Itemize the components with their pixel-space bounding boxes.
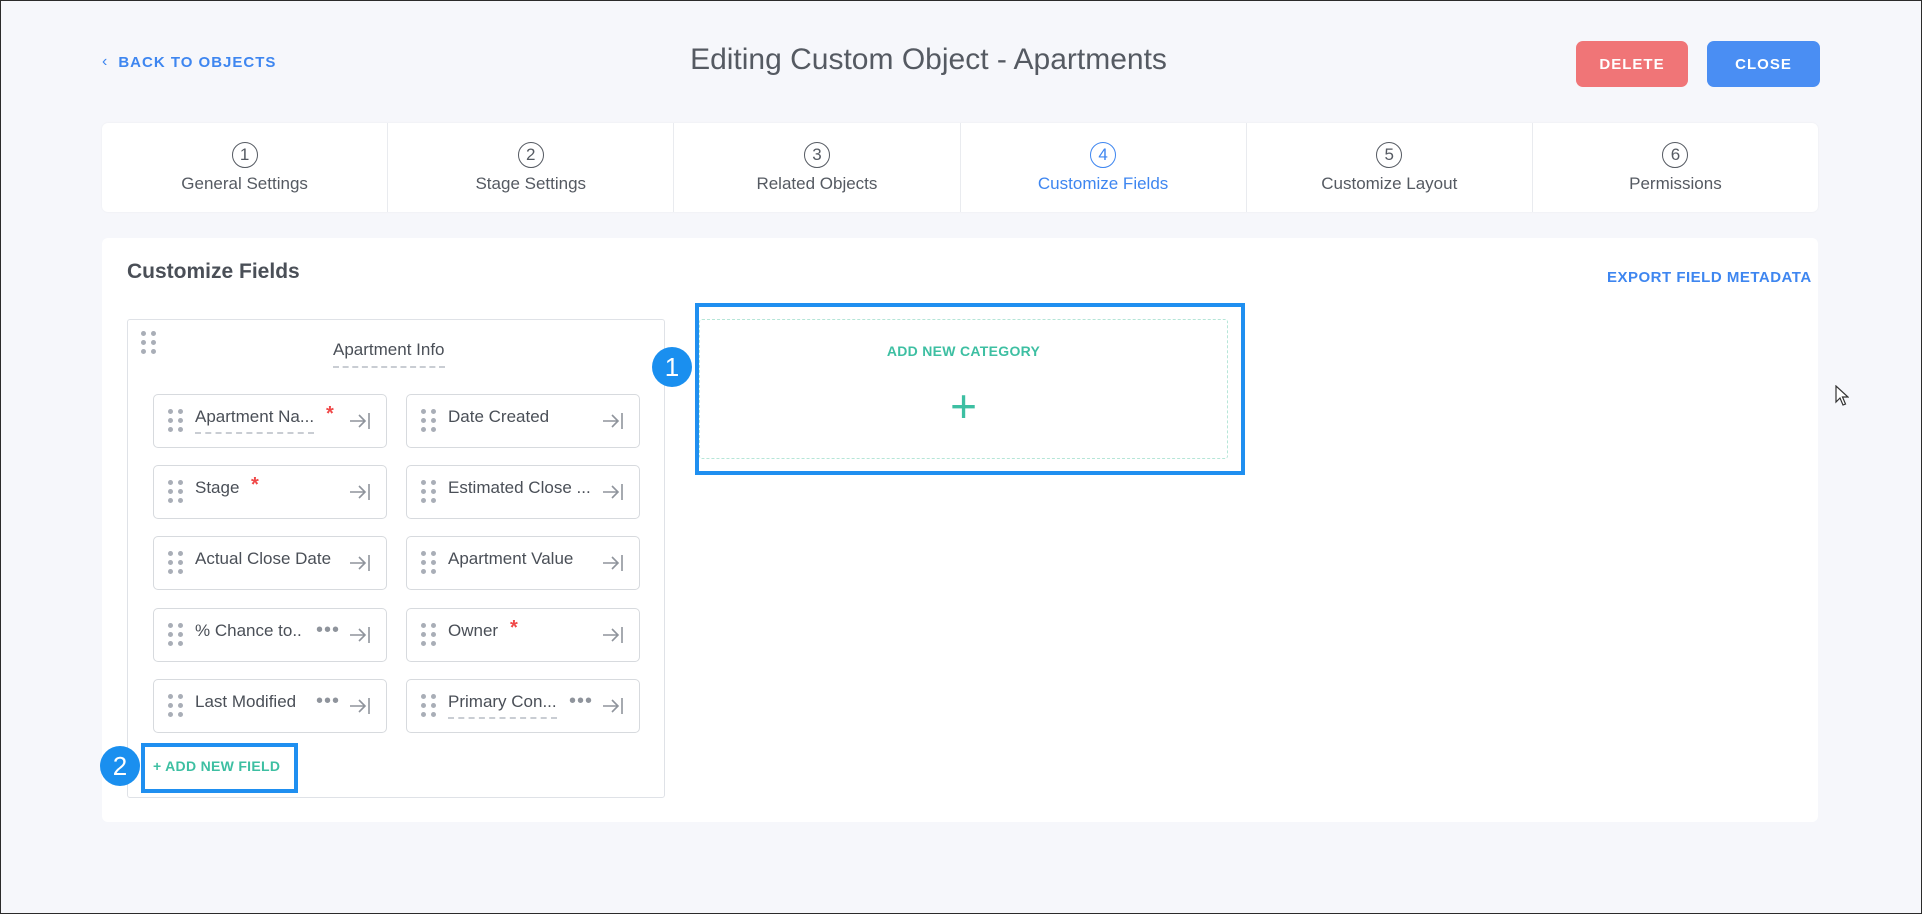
field-card[interactable]: Date Created <box>406 394 640 448</box>
export-field-metadata-link[interactable]: EXPORT FIELD METADATA <box>1607 269 1812 286</box>
step-badge-1: 1 <box>652 347 692 387</box>
field-name: Primary Con... <box>448 692 557 719</box>
step-related-objects[interactable]: 3 Related Objects <box>674 123 961 212</box>
step-number: 5 <box>1376 141 1403 168</box>
step-general-settings[interactable]: 1 General Settings <box>102 123 389 212</box>
step-number: 4 <box>1090 141 1117 168</box>
step-badge-2: 2 <box>100 746 140 786</box>
drag-handle-icon[interactable] <box>421 409 436 432</box>
step-number: 3 <box>803 141 830 168</box>
step-customize-fields[interactable]: 4 Customize Fields <box>961 123 1247 212</box>
required-asterisk-icon: * <box>326 403 334 425</box>
move-to-end-icon[interactable] <box>601 552 625 574</box>
step-number: 2 <box>517 141 544 168</box>
move-to-end-icon[interactable] <box>601 410 625 432</box>
move-to-end-icon[interactable] <box>348 695 372 717</box>
field-name: Actual Close Date <box>195 549 332 568</box>
step-permissions[interactable]: 6 Permissions <box>1533 123 1818 212</box>
step-label: Customize Layout <box>1321 173 1458 193</box>
field-name: Date Created <box>448 407 550 426</box>
step-label: Related Objects <box>756 173 878 193</box>
field-card[interactable]: Actual Close Date <box>153 536 387 590</box>
drag-handle-icon[interactable] <box>168 694 183 717</box>
close-button[interactable]: CLOSE <box>1707 41 1820 87</box>
field-card[interactable]: Estimated Close ... <box>406 465 640 519</box>
field-card[interactable]: Last Modified ••• <box>153 679 387 733</box>
move-to-end-icon[interactable] <box>601 695 625 717</box>
drag-handle-icon[interactable] <box>168 409 183 432</box>
step-label: General Settings <box>181 173 308 193</box>
field-card[interactable]: Primary Con... ••• <box>406 679 640 733</box>
new-category-highlight <box>695 303 1245 475</box>
step-label: Customize Fields <box>1037 173 1169 193</box>
field-name: Owner <box>448 621 499 640</box>
field-name: Apartment Na... <box>195 407 315 434</box>
drag-handle-icon[interactable] <box>168 551 183 574</box>
drag-handle-icon[interactable] <box>141 331 156 354</box>
step-number: 6 <box>1662 141 1689 168</box>
required-asterisk-icon: * <box>510 617 518 639</box>
field-name: Last Modified <box>195 692 297 711</box>
more-options-icon[interactable]: ••• <box>316 620 340 640</box>
required-asterisk-icon: * <box>251 474 259 496</box>
panel-title: Customize Fields <box>127 260 300 283</box>
mouse-cursor-icon <box>1835 385 1849 406</box>
more-options-icon[interactable]: ••• <box>569 691 593 711</box>
drag-handle-icon[interactable] <box>421 551 436 574</box>
move-to-end-icon[interactable] <box>348 552 372 574</box>
step-number: 1 <box>231 141 258 168</box>
move-to-end-icon[interactable] <box>601 481 625 503</box>
more-options-icon[interactable]: ••• <box>316 691 340 711</box>
field-name: Apartment Value <box>448 549 574 568</box>
field-card[interactable]: Apartment Value <box>406 536 640 590</box>
field-name: Estimated Close ... <box>448 478 591 497</box>
field-card[interactable]: Stage * <box>153 465 387 519</box>
wizard-steps: 1 General Settings 2 Stage Settings 3 Re… <box>102 123 1818 212</box>
category-title[interactable]: Apartment Info <box>333 340 445 368</box>
field-name: % Chance to.. <box>195 621 302 640</box>
delete-button[interactable]: DELETE <box>1576 41 1688 87</box>
step-customize-layout[interactable]: 5 Customize Layout <box>1247 123 1533 212</box>
move-to-end-icon[interactable] <box>601 624 625 646</box>
move-to-end-icon[interactable] <box>348 410 372 432</box>
add-field-highlight <box>141 743 298 793</box>
field-card[interactable]: % Chance to.. ••• <box>153 608 387 662</box>
step-label: Stage Settings <box>475 173 587 193</box>
step-label: Permissions <box>1629 173 1722 193</box>
step-stage-settings[interactable]: 2 Stage Settings <box>388 123 675 212</box>
drag-handle-icon[interactable] <box>421 623 436 646</box>
drag-handle-icon[interactable] <box>168 480 183 503</box>
move-to-end-icon[interactable] <box>348 624 372 646</box>
drag-handle-icon[interactable] <box>421 694 436 717</box>
field-name: Stage <box>195 478 240 497</box>
field-card[interactable]: Apartment Na... * <box>153 394 387 448</box>
move-to-end-icon[interactable] <box>348 481 372 503</box>
drag-handle-icon[interactable] <box>168 623 183 646</box>
drag-handle-icon[interactable] <box>421 480 436 503</box>
field-card[interactable]: Owner * <box>406 608 640 662</box>
